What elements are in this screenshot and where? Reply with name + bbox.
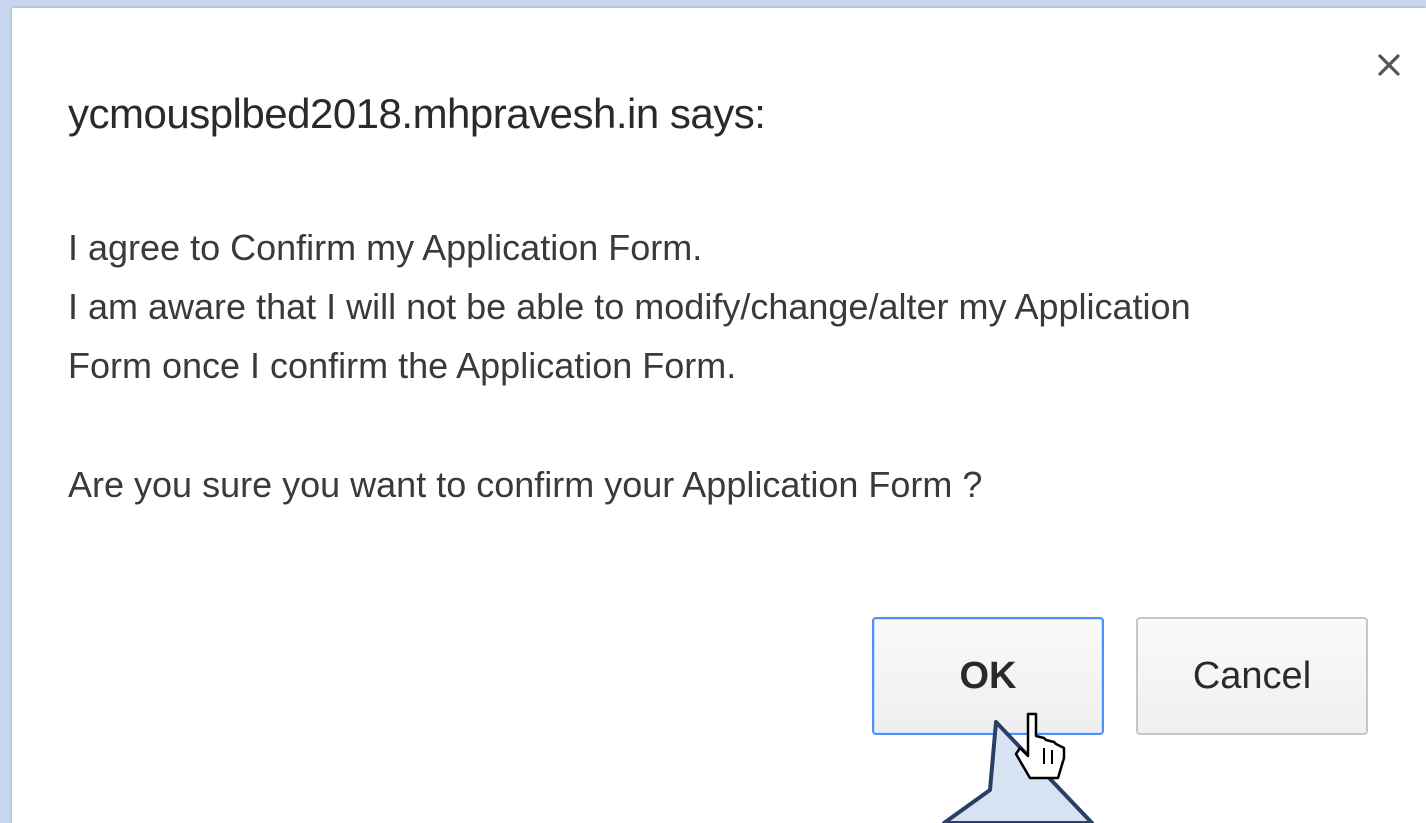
redaction-patch-2 <box>1044 140 1176 198</box>
close-button[interactable] <box>1372 48 1406 82</box>
background-frame-left <box>0 0 12 823</box>
page: ycmousplbed2018.mhpravesh.in says: I agr… <box>0 0 1426 823</box>
message-gap <box>68 395 1348 455</box>
confirm-question: Are you sure you want to confirm your Ap… <box>68 464 983 505</box>
dialog-title: ycmousplbed2018.mhpravesh.in says: <box>68 90 766 137</box>
background-frame-top <box>0 0 1426 8</box>
close-icon <box>1376 52 1402 78</box>
ok-button[interactable]: OK <box>872 617 1104 735</box>
cancel-button[interactable]: Cancel <box>1136 617 1368 735</box>
confirm-dialog: ycmousplbed2018.mhpravesh.in says: I agr… <box>12 8 1426 823</box>
message-line: I agree to Confirm my Application Form. <box>68 227 703 268</box>
message-line: Form once I confirm the Application Form… <box>68 345 737 386</box>
dialog-message: I agree to Confirm my Application Form. … <box>68 218 1348 514</box>
message-line: I am aware that I will not be able to mo… <box>68 286 1191 327</box>
